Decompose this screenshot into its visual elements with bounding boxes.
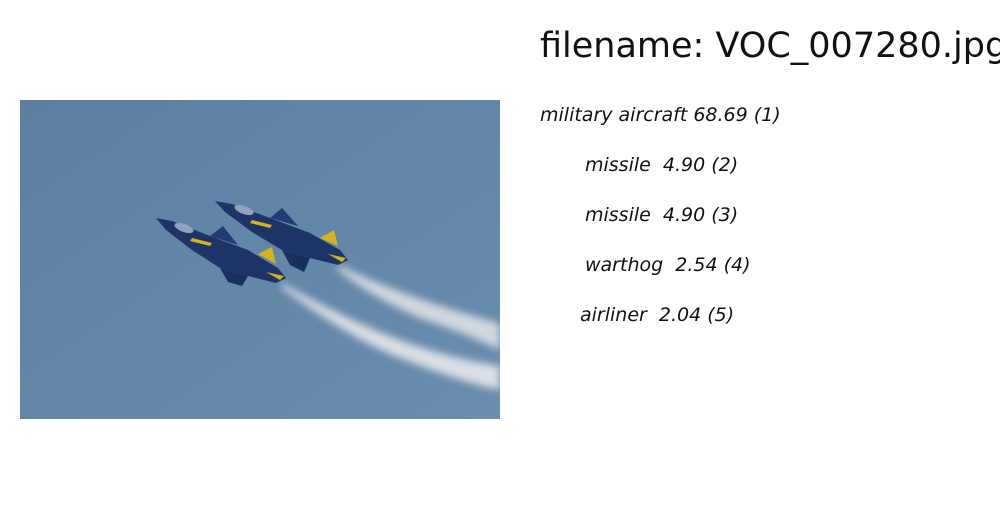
prediction-row-2: missile 4.90 (2) [585, 154, 739, 176]
filename-title: filename: VOC_007280.jpg [540, 26, 1000, 66]
prediction-row-5: airliner 2.04 (5) [580, 304, 735, 326]
photo-graphic [20, 100, 500, 419]
prediction-row-3: missile 4.90 (3) [585, 204, 739, 226]
prediction-row-1: military aircraft 68.69 (1) [540, 104, 781, 126]
prediction-row-4: warthog 2.54 (4) [585, 254, 751, 276]
photo-two-jets-in-formation [20, 100, 500, 419]
